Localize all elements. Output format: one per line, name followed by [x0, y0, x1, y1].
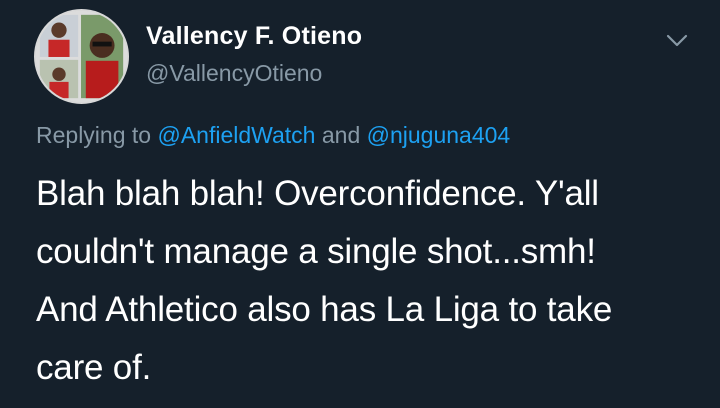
replying-prefix: Replying to [36, 122, 152, 148]
replying-to-line: Replying to @AnfieldWatch and @njuguna40… [36, 122, 510, 149]
chevron-down-icon[interactable] [662, 28, 692, 52]
tweet-card: Vallency F. Otieno @VallencyOtieno Reply… [0, 0, 720, 408]
tweet-body-line: Blah blah blah! Overconfidence. Y'all [36, 174, 599, 213]
author-name[interactable]: Vallency F. Otieno [146, 22, 362, 51]
replying-joiner: and [321, 122, 361, 148]
tweet-body-line: care of. [36, 348, 152, 387]
tweet-body-line: couldn't manage a single shot...smh! [36, 232, 596, 271]
avatar[interactable] [34, 9, 129, 104]
tweet-body: Blah blah blah! Overconfidence. Y'all co… [36, 165, 686, 397]
avatar-collage-icon [36, 11, 127, 102]
tweet-body-line: And Athletico also has La Liga to take [36, 290, 613, 329]
author-handle[interactable]: @VallencyOtieno [146, 60, 322, 87]
mention-link[interactable]: @AnfieldWatch [157, 122, 315, 148]
mention-link[interactable]: @njuguna404 [367, 122, 511, 148]
